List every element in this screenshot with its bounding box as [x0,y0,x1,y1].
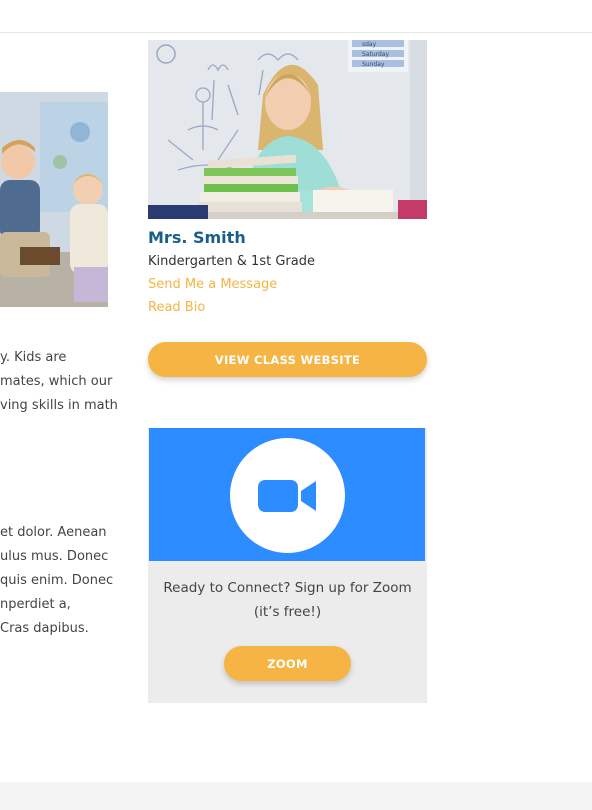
day-label: Saturday [362,51,389,58]
text-line: Cras dapibus. [0,621,89,636]
teacher-photo: sday Saturday Sunday [148,40,427,219]
header-divider [0,32,592,33]
text-line: et dolor. Aenean [0,525,107,540]
day-label: Sunday [362,61,385,68]
text-line: ulus mus. Donec [0,549,109,564]
text-line: quis enim. Donec [0,573,114,588]
lorem-paragraph: et dolor. Aenean ulus mus. Donec quis en… [0,521,120,641]
footer [0,782,592,810]
text-line: ving skills in math [0,398,118,413]
text-line: y. Kids are [0,350,67,365]
zoom-button[interactable]: ZOOM [224,646,351,681]
teacher-grade: Kindergarten & 1st Grade [148,254,315,269]
day-label: sday [362,41,377,48]
zoom-text-line: (it’s free!) [253,604,322,620]
zoom-logo [230,438,345,553]
text-line: mates, which our [0,374,113,389]
zoom-banner [149,428,425,561]
read-bio-link[interactable]: Read Bio [148,300,205,315]
teacher-name: Mrs. Smith [148,228,246,247]
text-line: nperdiet a, [0,597,71,612]
video-camera-icon [257,479,316,512]
intro-paragraph: y. Kids are mates, which our ving skills… [0,346,120,418]
zoom-description: Ready to Connect? Sign up for Zoom (it’s… [148,576,427,624]
send-message-link[interactable]: Send Me a Message [148,277,277,292]
classroom-photo [0,92,108,307]
view-class-website-button[interactable]: VIEW CLASS WEBSITE [148,342,427,377]
zoom-text-line: Ready to Connect? Sign up for Zoom [163,580,412,596]
zoom-card: Ready to Connect? Sign up for Zoom (it’s… [148,428,427,703]
